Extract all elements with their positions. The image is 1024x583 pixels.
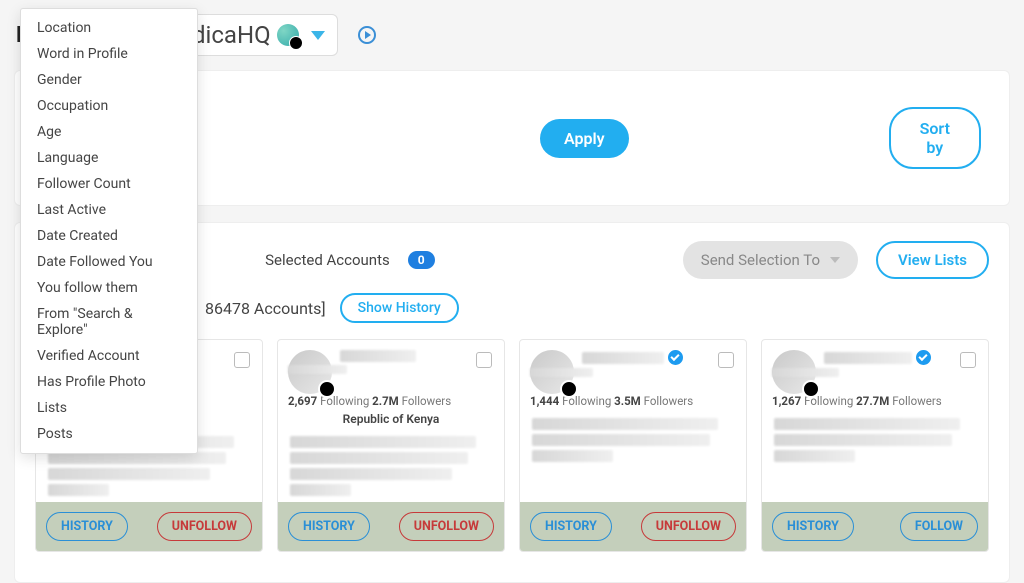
show-history-button[interactable]: Show History — [340, 293, 459, 323]
filter-option[interactable]: Gender — [21, 67, 197, 93]
account-handle — [772, 368, 839, 377]
selected-label: Selected Accounts — [265, 251, 390, 269]
select-checkbox[interactable] — [718, 352, 734, 368]
play-icon[interactable] — [358, 26, 376, 44]
filter-option[interactable]: Posts — [21, 421, 197, 447]
filter-dropdown[interactable]: LocationWord in ProfileGenderOccupationA… — [20, 8, 198, 454]
filter-option[interactable]: Date Followed You — [21, 249, 197, 275]
account-avatar-icon — [277, 24, 299, 46]
select-checkbox[interactable] — [960, 352, 976, 368]
account-card: 1,444 Following 3.5M Followers HISTORY U… — [519, 339, 747, 552]
send-selection-label: Send Selection To — [701, 251, 820, 269]
account-bio — [278, 430, 504, 502]
x-platform-icon — [560, 380, 578, 398]
account-stats: 1,267 Following 27.7M Followers — [772, 394, 978, 408]
filter-option[interactable]: You follow them — [21, 275, 197, 301]
account-stats: 1,444 Following 3.5M Followers — [530, 394, 736, 408]
follow-button[interactable]: FOLLOW — [900, 512, 978, 541]
select-checkbox[interactable] — [476, 352, 492, 368]
filter-option[interactable]: Verified Account — [21, 343, 197, 369]
account-stats: 2,697 Following 2.7M Followers — [288, 394, 494, 408]
filter-option[interactable]: Location — [21, 15, 197, 41]
unfollow-button[interactable]: UNFOLLOW — [157, 512, 252, 541]
history-button[interactable]: HISTORY — [772, 512, 854, 541]
account-count: 86478 Accounts] — [205, 299, 326, 318]
filter-option[interactable]: Date Created — [21, 223, 197, 249]
filter-option[interactable]: Last Active — [21, 197, 197, 223]
view-lists-button[interactable]: View Lists — [876, 241, 989, 279]
apply-button[interactable]: Apply — [540, 119, 629, 158]
history-button[interactable]: HISTORY — [46, 512, 128, 541]
account-bio — [520, 412, 746, 468]
filter-option[interactable]: From "Search & Explore" — [21, 301, 197, 343]
filter-option[interactable]: Word in Profile — [21, 41, 197, 67]
selected-count-badge: 0 — [408, 251, 435, 269]
verified-icon — [916, 350, 931, 365]
account-bio — [762, 412, 988, 468]
chevron-down-icon — [311, 31, 325, 40]
sort-by-button[interactable]: Sort by — [889, 107, 981, 169]
send-selection-dropdown[interactable]: Send Selection To — [683, 241, 858, 279]
account-card: 1,267 Following 27.7M Followers HISTORY … — [761, 339, 989, 552]
history-button[interactable]: HISTORY — [530, 512, 612, 541]
account-handle — [288, 365, 347, 374]
chevron-down-icon — [830, 257, 840, 263]
unfollow-button[interactable]: UNFOLLOW — [641, 512, 736, 541]
filter-option[interactable]: Age — [21, 119, 197, 145]
select-checkbox[interactable] — [234, 352, 250, 368]
x-platform-icon — [802, 380, 820, 398]
account-handle — [530, 368, 593, 377]
x-platform-icon — [318, 380, 336, 398]
filter-option[interactable]: Language — [21, 145, 197, 171]
filter-option[interactable]: Follower Count — [21, 171, 197, 197]
account-card: 2,697 Following 2.7M Followers Republic … — [277, 339, 505, 552]
verified-icon — [668, 350, 683, 365]
account-name[interactable] — [340, 350, 416, 362]
filter-option[interactable]: Lists — [21, 395, 197, 421]
history-button[interactable]: HISTORY — [288, 512, 370, 541]
filter-option[interactable]: Has Profile Photo — [21, 369, 197, 395]
account-location: Republic of Kenya — [288, 412, 494, 426]
filter-option[interactable]: Occupation — [21, 93, 197, 119]
account-name[interactable] — [582, 352, 664, 364]
unfollow-button[interactable]: UNFOLLOW — [399, 512, 494, 541]
account-name[interactable] — [824, 352, 912, 364]
